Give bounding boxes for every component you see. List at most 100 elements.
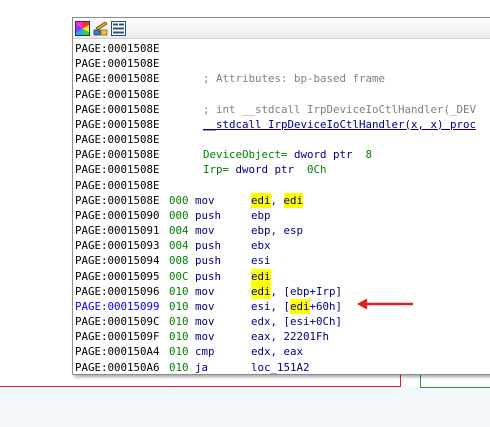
highlighted-register[interactable]: edi — [283, 192, 304, 208]
edit-graph-icon[interactable] — [93, 20, 108, 36]
stack-variable-offset: 0Ch — [300, 163, 327, 177]
line-address: PAGE:00015093 — [75, 239, 160, 253]
listing-line[interactable]: PAGE:00015090 000 push ebp — [73, 208, 490, 223]
comment-text: ; int __stdcall IrpDeviceIoCtlHandler(_D… — [203, 102, 477, 116]
instruction-operands[interactable]: , [ebp+Irp] — [271, 284, 343, 299]
instruction-mnemonic[interactable]: mov — [195, 284, 251, 299]
instruction-mnemonic[interactable]: mov — [195, 329, 251, 344]
listing-line[interactable]: PAGE:0001508E ; Attributes: bp-based fram… — [73, 71, 490, 86]
stack-variable-name[interactable]: Irp= — [203, 162, 229, 177]
line-address: PAGE:00015096 — [75, 284, 160, 298]
stack-pointer: 010 — [169, 360, 189, 374]
listing-line[interactable]: PAGE:0001508E — [73, 41, 490, 56]
ida-graph-view: PAGE:0001508E PAGE:0001508E PAGE:0001508E;… — [0, 0, 490, 427]
stack-pointer: 010 — [169, 299, 189, 313]
graph-node-window[interactable]: PAGE:0001508E PAGE:0001508E PAGE:0001508E;… — [72, 17, 490, 375]
stack-pointer: 010 — [169, 284, 189, 298]
listing-line[interactable]: PAGE:00015096 010 mov edi, [ebp+Irp] — [73, 283, 490, 299]
instruction-operands[interactable]: edx, eax — [251, 344, 303, 359]
stack-pointer: 010 — [169, 345, 189, 359]
listing-line[interactable]: PAGE:00015099 010 mov esi, [edi +60h] — [73, 298, 490, 315]
instruction-operands[interactable]: loc_151A2 — [251, 360, 310, 374]
line-address: PAGE:0001509F — [75, 330, 160, 344]
stack-pointer: 004 — [169, 239, 189, 253]
instruction-mnemonic[interactable]: mov — [195, 223, 251, 238]
instruction-mnemonic[interactable]: push — [195, 208, 251, 223]
line-address: PAGE:0001508E — [75, 178, 160, 192]
flow-edge-true — [420, 387, 490, 388]
comment-text: ; Attributes: bp-based frame — [203, 72, 386, 86]
stack-pointer: 008 — [169, 254, 189, 268]
instruction-operands[interactable]: esi, [ — [251, 299, 290, 314]
node-toolbar — [73, 18, 490, 39]
instruction-mnemonic[interactable]: mov — [195, 299, 251, 314]
listing-line[interactable]: PAGE:0001509F 010 mov eax, 22201Fh — [73, 329, 490, 344]
instruction-operands[interactable]: edx, [esi+0Ch] — [251, 314, 342, 329]
listing-line[interactable]: PAGE:00015093 004 push ebx — [73, 238, 490, 253]
instruction-operands[interactable]: eax, 22201Fh — [251, 329, 329, 344]
operand-separator: , — [270, 193, 284, 207]
line-address: PAGE:0001508E — [75, 193, 160, 207]
listing-line[interactable]: PAGE:000150A6 010 ja loc_151A2 — [73, 360, 490, 374]
line-address: PAGE:000150A4 — [75, 345, 160, 359]
graph-overview-icon[interactable] — [111, 20, 126, 36]
line-address: PAGE:0001508E — [75, 102, 160, 116]
listing-line[interactable]: PAGE:0001508E ; int __stdcall IrpDeviceIo… — [73, 102, 490, 117]
instruction-operands[interactable]: esi — [251, 253, 271, 268]
instruction-mnemonic[interactable]: cmp — [195, 344, 251, 359]
highlighted-register[interactable]: edi — [251, 283, 271, 299]
listing-line[interactable]: PAGE:0001508E — [73, 87, 490, 102]
listing-line[interactable]: PAGE:00015094 008 push esi — [73, 253, 490, 268]
highlighted-register[interactable]: edi — [290, 298, 310, 315]
line-address: PAGE:0001509C — [75, 315, 160, 329]
instruction-mnemonic[interactable]: push — [195, 269, 251, 284]
line-address: PAGE:00015090 — [75, 208, 160, 222]
line-address: PAGE:0001508E — [75, 133, 160, 147]
instruction-operands[interactable]: +60h] — [310, 299, 343, 314]
listing-line[interactable]: PAGE:0001508E Irp= dword ptr 0Ch — [73, 162, 490, 177]
line-address: PAGE:0001508E — [75, 148, 160, 162]
instruction-operands[interactable]: ebp, esp — [251, 223, 303, 238]
line-address: PAGE:00015099 — [75, 299, 160, 313]
highlighted-register[interactable]: edi — [251, 268, 271, 284]
graph-background — [0, 387, 490, 427]
flow-edge-false — [0, 386, 400, 387]
stack-pointer: 004 — [169, 224, 189, 238]
instruction-mnemonic[interactable]: push — [195, 253, 251, 268]
line-address: PAGE:0001508E — [75, 57, 160, 71]
line-address: PAGE:0001508E — [75, 87, 160, 101]
highlighted-register[interactable]: edi — [251, 192, 271, 208]
stack-pointer: 00C — [169, 269, 189, 283]
listing-line[interactable]: PAGE:0001508E — [73, 178, 490, 193]
line-address: PAGE:00015095 — [75, 269, 160, 283]
disassembly-listing[interactable]: PAGE:0001508E PAGE:0001508E PAGE:0001508E;… — [73, 39, 490, 374]
line-address: PAGE:0001508E — [75, 72, 160, 86]
stack-variable-type: dword ptr — [287, 148, 360, 162]
stack-pointer: 000 — [169, 193, 189, 207]
line-address: PAGE:000150A6 — [75, 360, 160, 374]
listing-line[interactable]: PAGE:00015095 00C push edi — [73, 268, 490, 284]
listing-line[interactable]: PAGE:0001509C 010 mov edx, [esi+0Ch] — [73, 314, 490, 329]
instruction-mnemonic[interactable]: mov — [195, 314, 251, 329]
instruction-operands[interactable]: ebp — [251, 208, 271, 223]
function-declaration[interactable]: __stdcall IrpDeviceIoCtlHandler(x, x) pr… — [203, 117, 476, 132]
palette-icon[interactable] — [75, 20, 90, 36]
listing-line[interactable]: PAGE:0001508E DeviceObject= dword ptr 8 — [73, 147, 490, 162]
stack-pointer: 010 — [169, 315, 189, 329]
instruction-operands[interactable]: ebx — [251, 238, 271, 253]
line-address: PAGE:00015094 — [75, 254, 160, 268]
listing-line[interactable]: PAGE:00015091 004 mov ebp, esp — [73, 223, 490, 238]
instruction-mnemonic[interactable]: ja — [195, 360, 251, 374]
stack-variable-name[interactable]: DeviceObject= — [203, 147, 288, 162]
line-address: PAGE:00015091 — [75, 224, 160, 238]
listing-line[interactable]: PAGE:0001508E __stdcall IrpDeviceIoCtlHan… — [73, 117, 490, 132]
instruction-mnemonic[interactable]: push — [195, 238, 251, 253]
listing-line[interactable]: PAGE:000150A4 010 cmp edx, eax — [73, 344, 490, 359]
listing-line[interactable]: PAGE:0001508E — [73, 132, 490, 147]
instruction-mnemonic[interactable]: mov — [195, 193, 251, 208]
stack-pointer: 010 — [169, 330, 189, 344]
listing-line[interactable]: PAGE:0001508E 000 mov edi, edi — [73, 192, 490, 208]
line-address: PAGE:0001508E — [75, 163, 160, 177]
line-address: PAGE:0001508E — [75, 42, 160, 55]
listing-line[interactable]: PAGE:0001508E — [73, 56, 490, 71]
